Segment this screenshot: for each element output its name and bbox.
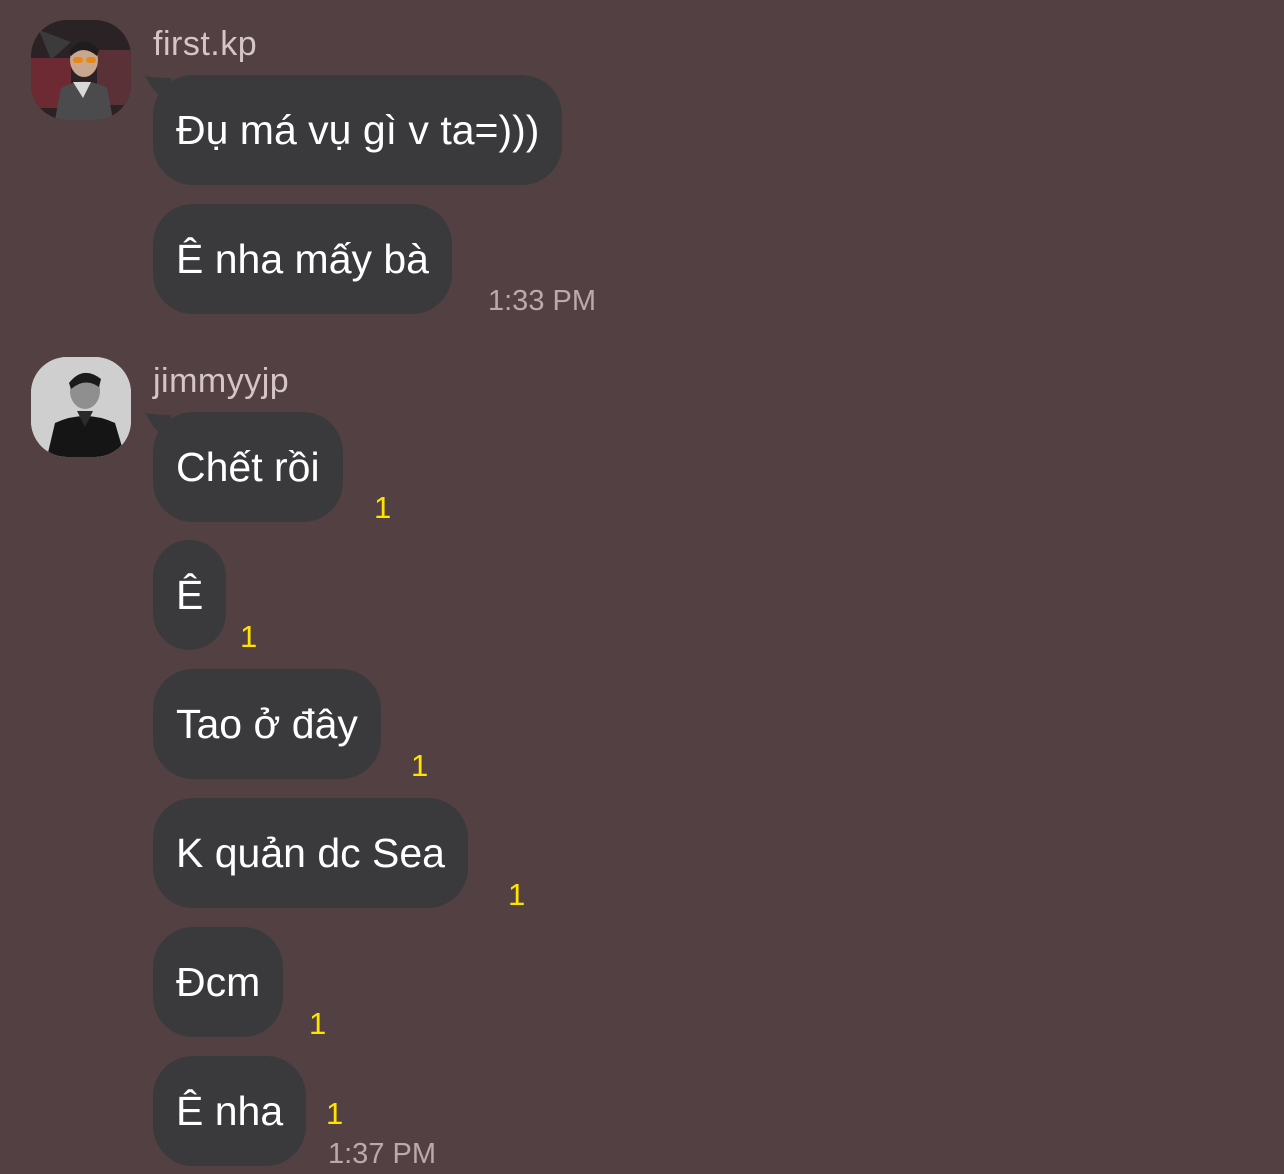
message-bubble[interactable]: Đcm (153, 927, 284, 1037)
avatar-jimmyyjp[interactable] (31, 357, 131, 457)
message-timestamp: 1:33 PM (488, 285, 596, 317)
message-bubble[interactable]: Ê (153, 540, 227, 650)
message-text: Tao ở đây (176, 701, 358, 747)
message-text: Chết rồi (176, 444, 320, 490)
user-avatar-photo-icon (31, 357, 131, 457)
message-text: Đụ má vụ gì v ta=))) (176, 107, 540, 153)
avatar-first-kp[interactable] (31, 20, 131, 120)
unread-count: 1 (326, 1096, 344, 1131)
message-text: Đcm (176, 959, 261, 1005)
unread-count: 1 (508, 877, 526, 912)
message-text: K quản dc Sea (176, 830, 445, 876)
message-bubble[interactable]: K quản dc Sea (153, 798, 468, 908)
message-text: Ê nha (176, 1088, 284, 1134)
unread-count: 1 (374, 490, 392, 525)
message-bubble[interactable]: Tao ở đây (153, 669, 381, 779)
message-text: Ê (176, 572, 204, 618)
message-bubble[interactable]: Đụ má vụ gì v ta=))) (153, 75, 563, 185)
message-text: Ê nha mấy bà (176, 236, 429, 282)
message-bubble[interactable]: Ê nha (153, 1056, 307, 1166)
message-bubble[interactable]: Chết rồi (153, 412, 343, 522)
user-avatar-photo-icon (31, 20, 131, 120)
sender-name: first.kp (153, 25, 258, 63)
message-timestamp: 1:37 PM (328, 1138, 436, 1170)
message-bubble[interactable]: Ê nha mấy bà (153, 204, 452, 314)
unread-count: 1 (411, 748, 429, 783)
unread-count: 1 (309, 1006, 327, 1041)
unread-count: 1 (240, 619, 258, 654)
sender-name: jimmyyjp (153, 362, 290, 400)
